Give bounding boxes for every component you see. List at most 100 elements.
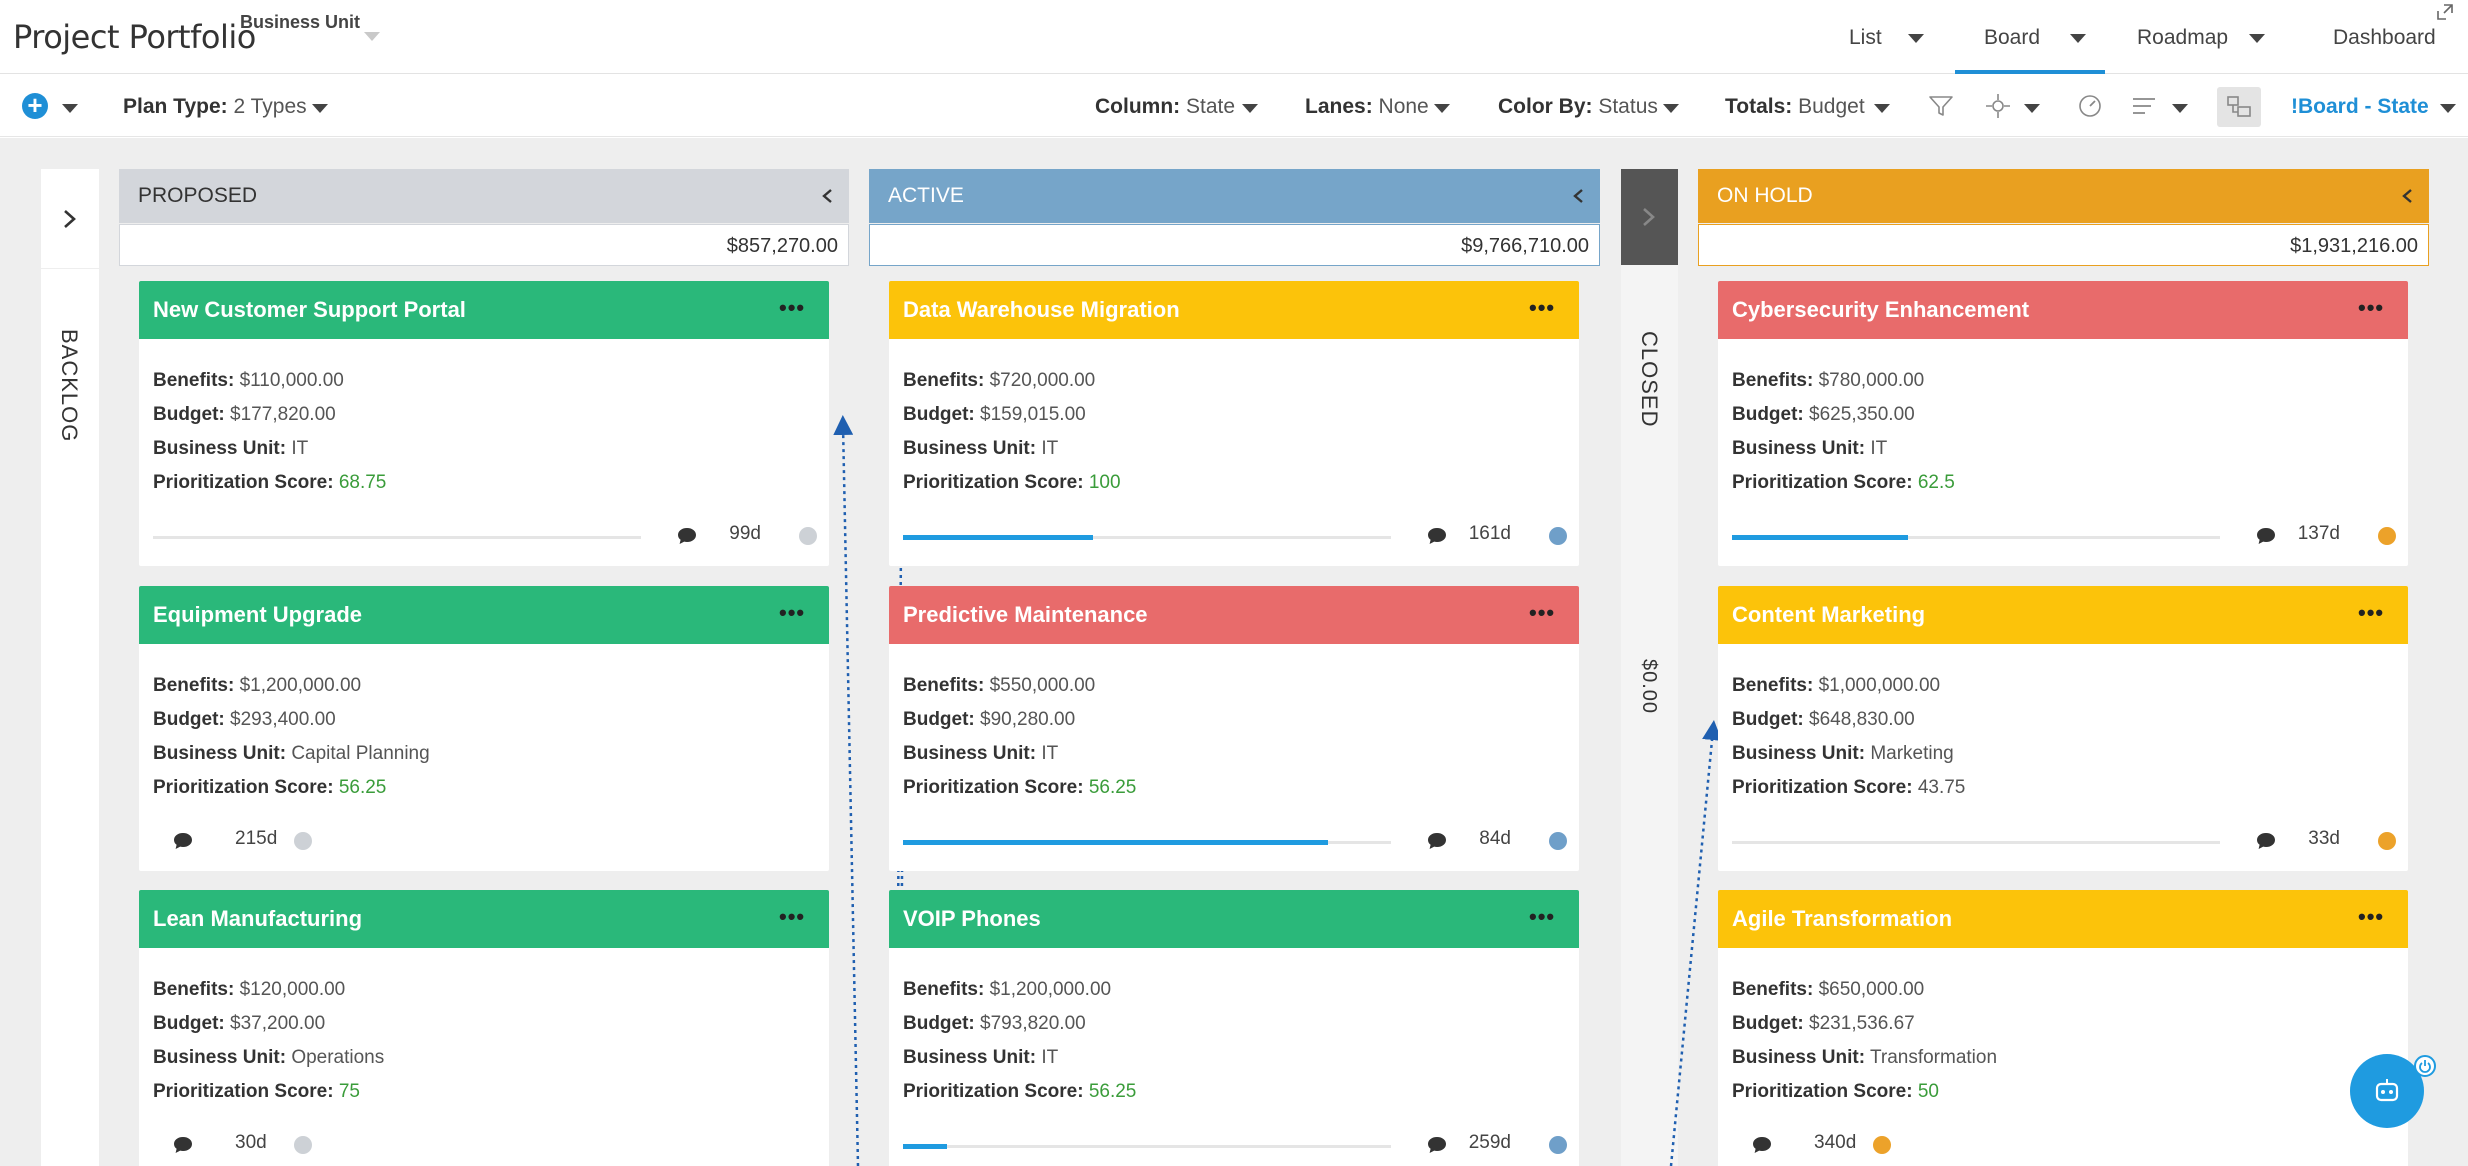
project-card[interactable]: New Customer Support Portal ••• Benefits: … <box>139 281 829 566</box>
gauge-icon[interactable] <box>2076 92 2104 120</box>
lanes-dropdown-icon[interactable] <box>1434 104 1450 113</box>
board-dropdown-icon[interactable] <box>2070 34 2086 43</box>
color-by-dropdown-icon[interactable] <box>1663 104 1679 113</box>
more-options-icon[interactable]: ••• <box>2358 906 2384 931</box>
list-dropdown-icon[interactable] <box>1908 34 1924 43</box>
business-unit-value: Operations <box>291 1047 385 1068</box>
comment-icon[interactable] <box>173 1136 193 1154</box>
budget-label: Budget: <box>1732 709 1804 730</box>
more-options-icon[interactable]: ••• <box>779 602 805 627</box>
score-row: Prioritization Score: 56.25 <box>153 771 430 805</box>
color-by-selector[interactable]: Color By: Status <box>1498 95 1658 119</box>
card-title-bar[interactable]: Predictive Maintenance ••• <box>889 586 1579 644</box>
expand-icon[interactable] <box>2436 3 2454 21</box>
benefits-value: $1,200,000.00 <box>989 979 1112 1000</box>
assistant-button[interactable] <box>2350 1054 2424 1128</box>
benefits-label: Benefits: <box>153 370 235 391</box>
board-view-selector[interactable]: !Board - State <box>2291 95 2429 119</box>
card-title-bar[interactable]: Lean Manufacturing ••• <box>139 890 829 948</box>
card-title: Lean Manufacturing <box>153 906 363 931</box>
business-unit-label: Business Unit: <box>153 1047 287 1068</box>
comment-icon[interactable] <box>1752 1136 1772 1154</box>
view-tab-dashboard[interactable]: Dashboard <box>2333 26 2436 50</box>
more-options-icon[interactable]: ••• <box>2358 297 2384 322</box>
lanes-selector[interactable]: Lanes: None <box>1305 95 1429 119</box>
move-dropdown-icon[interactable] <box>2024 104 2040 113</box>
move-icon[interactable] <box>1984 92 2012 120</box>
business-unit-label: Business Unit: <box>903 438 1037 459</box>
app-header: Project Portfolio Business Unit List Boa… <box>0 0 2468 74</box>
card-details: Benefits: $1,000,000.00 Budget: $648,830.… <box>1732 669 1965 805</box>
more-options-icon[interactable]: ••• <box>779 906 805 931</box>
score-value: 100 <box>1088 472 1121 493</box>
roadmap-dropdown-icon[interactable] <box>2249 34 2265 43</box>
column-value: State <box>1186 95 1236 118</box>
comment-icon[interactable] <box>2256 527 2276 545</box>
project-card[interactable]: Data Warehouse Migration ••• Benefits: $72… <box>889 281 1579 566</box>
days-in-state: 84d <box>1479 828 1511 849</box>
business-unit-selector[interactable]: Business Unit <box>240 12 360 33</box>
card-details: Benefits: $720,000.00 Budget: $159,015.00… <box>903 364 1121 500</box>
benefits-label: Benefits: <box>1732 370 1814 391</box>
project-card[interactable]: Content Marketing ••• Benefits: $1,000,000… <box>1718 586 2408 871</box>
business-unit-label: Business Unit: <box>153 743 287 764</box>
more-options-icon[interactable]: ••• <box>2358 602 2384 627</box>
add-icon[interactable]: + <box>22 92 48 119</box>
project-card[interactable]: Lean Manufacturing ••• Benefits: $120,000.… <box>139 890 829 1166</box>
budget-label: Budget: <box>1732 1013 1804 1034</box>
totals-dropdown-icon[interactable] <box>1874 104 1890 113</box>
board-view-dropdown-icon[interactable] <box>2440 104 2456 113</box>
totals-selector[interactable]: Totals: Budget <box>1725 95 1865 119</box>
more-options-icon[interactable]: ••• <box>779 297 805 322</box>
comment-icon[interactable] <box>1427 832 1447 850</box>
comment-icon[interactable] <box>1427 1136 1447 1154</box>
card-details: Benefits: $1,200,000.00 Budget: $793,820.… <box>903 973 1136 1109</box>
filter-icon[interactable] <box>1927 92 1955 120</box>
column-label: Column: <box>1095 95 1181 118</box>
list-sort-icon[interactable] <box>2130 92 2158 120</box>
card-title-bar[interactable]: Content Marketing ••• <box>1718 586 2408 644</box>
column-selector[interactable]: Column: State <box>1095 95 1235 119</box>
comment-icon[interactable] <box>173 832 193 850</box>
view-tab-board[interactable]: Board <box>1984 26 2040 50</box>
board-layout-icon[interactable] <box>2217 87 2261 127</box>
more-options-icon[interactable]: ••• <box>1529 906 1555 931</box>
business-unit-value: Transformation <box>1869 1047 1998 1068</box>
card-title-bar[interactable]: New Customer Support Portal ••• <box>139 281 829 339</box>
business-unit-dropdown-icon[interactable] <box>364 32 380 41</box>
view-tab-list[interactable]: List <box>1849 26 1882 50</box>
project-card[interactable]: VOIP Phones ••• Benefits: $1,200,000.00 Bud… <box>889 890 1579 1166</box>
project-card[interactable]: Cybersecurity Enhancement ••• Benefits: $7… <box>1718 281 2408 566</box>
card-title-bar[interactable]: Cybersecurity Enhancement ••• <box>1718 281 2408 339</box>
comment-icon[interactable] <box>2256 832 2276 850</box>
budget-row: Budget: $90,280.00 <box>903 703 1136 737</box>
project-card[interactable]: Equipment Upgrade ••• Benefits: $1,200,000… <box>139 586 829 871</box>
plan-type-dropdown-icon[interactable] <box>312 104 328 113</box>
card-title-bar[interactable]: Agile Transformation ••• <box>1718 890 2408 948</box>
view-tab-roadmap[interactable]: Roadmap <box>2137 26 2228 50</box>
card-title-bar[interactable]: Data Warehouse Migration ••• <box>889 281 1579 339</box>
comment-icon[interactable] <box>1427 527 1447 545</box>
power-badge-icon[interactable] <box>2414 1055 2436 1077</box>
comment-icon[interactable] <box>677 527 697 545</box>
score-label: Prioritization Score: <box>153 1081 334 1102</box>
business-unit-value: Marketing <box>1870 743 1954 764</box>
progress-bar <box>903 535 1391 540</box>
project-card[interactable]: Predictive Maintenance ••• Benefits: $550,… <box>889 586 1579 871</box>
plan-type-selector[interactable]: Plan Type: 2 Types <box>123 95 307 119</box>
lanes-label: Lanes: <box>1305 95 1373 118</box>
days-in-state: 215d <box>235 828 278 849</box>
status-dot <box>799 527 817 545</box>
sort-dropdown-icon[interactable] <box>2172 104 2188 113</box>
card-title-bar[interactable]: VOIP Phones ••• <box>889 890 1579 948</box>
more-options-icon[interactable]: ••• <box>1529 602 1555 627</box>
column-dropdown-icon[interactable] <box>1242 104 1258 113</box>
benefits-row: Benefits: $1,200,000.00 <box>153 669 430 703</box>
business-unit-row: Business Unit: Capital Planning <box>153 737 430 771</box>
budget-value: $793,820.00 <box>980 1013 1086 1034</box>
add-dropdown-icon[interactable] <box>62 104 78 113</box>
project-card[interactable]: Agile Transformation ••• Benefits: $650,00… <box>1718 890 2408 1166</box>
card-title-bar[interactable]: Equipment Upgrade ••• <box>139 586 829 644</box>
days-in-state: 137d <box>2297 523 2340 544</box>
more-options-icon[interactable]: ••• <box>1529 297 1555 322</box>
